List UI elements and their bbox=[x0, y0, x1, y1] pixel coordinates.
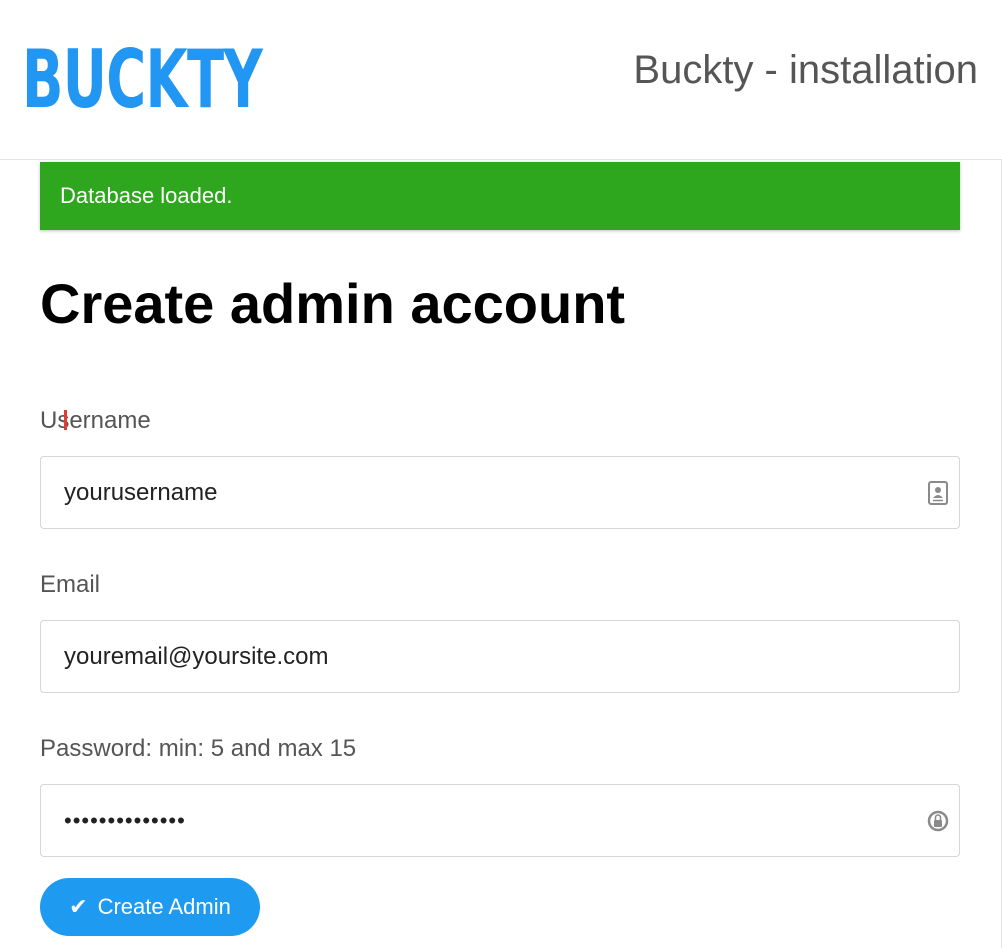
create-admin-label: Create Admin bbox=[97, 894, 231, 919]
password-input[interactable] bbox=[41, 785, 959, 856]
text-cursor-marker bbox=[64, 410, 67, 430]
username-field-wrapper bbox=[40, 456, 960, 529]
password-label: Password: min: 5 and max 15 bbox=[40, 735, 357, 762]
buckty-logo[interactable]: BUCKTY bbox=[22, 40, 263, 120]
create-admin-button[interactable]: ✔ Create Admin bbox=[40, 878, 260, 936]
email-input[interactable] bbox=[41, 621, 959, 692]
username-input[interactable] bbox=[41, 457, 959, 528]
site-header: BUCKTY Buckty - installation bbox=[0, 0, 1002, 160]
password-field-wrapper bbox=[40, 784, 960, 857]
email-label: Email bbox=[40, 571, 101, 598]
header-title: Buckty - installation bbox=[633, 48, 978, 92]
username-label: Username bbox=[40, 407, 151, 434]
page-title: Create admin account bbox=[40, 272, 626, 335]
email-field-wrapper bbox=[40, 620, 960, 693]
checkmark-icon: ✔ bbox=[69, 894, 88, 919]
contact-card-icon[interactable] bbox=[927, 481, 949, 505]
password-key-icon[interactable] bbox=[927, 809, 949, 833]
success-alert: Database loaded. bbox=[40, 162, 960, 230]
